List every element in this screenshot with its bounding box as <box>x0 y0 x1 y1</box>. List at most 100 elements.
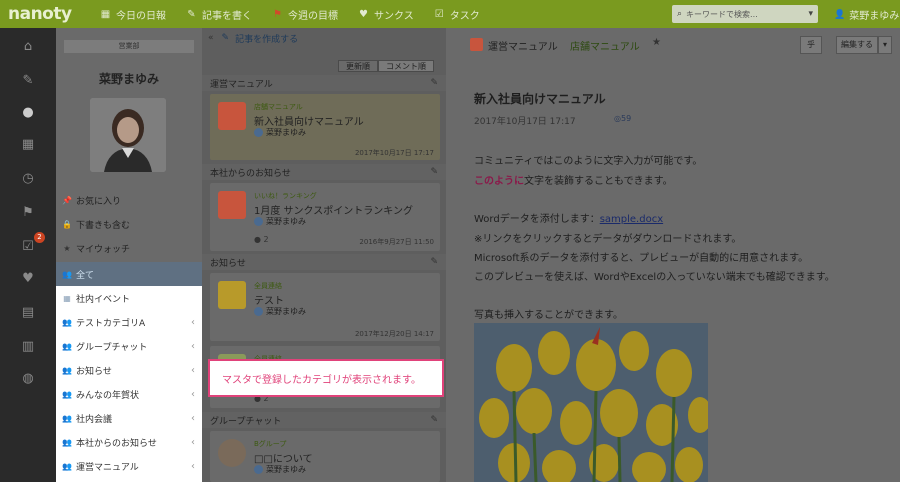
app-logo[interactable]: nanoty <box>0 4 72 24</box>
user-icon <box>254 465 263 474</box>
flag-icon[interactable]: ⚑ <box>0 200 56 224</box>
view-count: ◎59 <box>614 114 632 123</box>
profile-name: 菜野まゆみ <box>98 72 159 86</box>
article-subcategory[interactable]: 店舗マニュアル <box>570 38 640 53</box>
user-menu[interactable]: 👤 菜野まゆみ <box>834 7 899 23</box>
card-title: 新入社員向けマニュアル <box>254 117 364 128</box>
nav-label: タスク <box>449 10 480 22</box>
category-item[interactable]: 👥 グループチャット ‹ <box>56 334 202 358</box>
compose-link[interactable]: 記事を作成する <box>235 32 298 45</box>
nav-label: 記事を書く <box>202 10 252 22</box>
category-item[interactable]: ▦ 社内イベント <box>56 286 202 310</box>
heart-icon[interactable]: ♥ <box>0 266 56 290</box>
dropdown-icon[interactable]: ▾ <box>808 9 813 19</box>
nav-weekly-goal[interactable]: ⚑ 今週の目標 <box>272 7 338 22</box>
group-icon: 👥 <box>62 461 72 471</box>
chevron-left-icon[interactable]: ‹ <box>191 437 195 448</box>
lock-icon: 🔒 <box>62 219 72 229</box>
checklist-icon[interactable]: ☑ 2 <box>0 232 56 258</box>
article-text-line: 写真も挿入することができます。 <box>474 310 623 321</box>
bell-icon <box>218 281 246 309</box>
globe-icon[interactable]: ◍ <box>0 366 56 390</box>
tooltip-callout: マスタで登録したカテゴリが表示されます。 <box>208 359 444 397</box>
category-label: テストカテゴリA <box>76 318 146 329</box>
checklist-icon: ☑ <box>434 8 444 20</box>
pin-button[interactable]: 乎 <box>800 36 822 54</box>
article-category[interactable]: 運営マニュアル <box>488 38 558 53</box>
menu-favorites[interactable]: 📌 お気に入り <box>56 188 202 212</box>
card-title: 1月度 サンクスポイントランキング <box>254 206 413 217</box>
article-text-line: コミュニティではこのように文字入力が可能です。 <box>474 156 703 167</box>
group-icon: 👥 <box>62 437 72 447</box>
category-item[interactable]: 👥 テストカテゴリA ‹ <box>56 310 202 334</box>
comment-count-value: 2 <box>263 235 269 244</box>
category-label: 運営マニュアル <box>76 462 139 473</box>
chart-icon[interactable]: ▥ <box>0 334 56 358</box>
tulip-image <box>474 323 708 482</box>
attachment-link[interactable]: sample.docx <box>600 214 663 225</box>
article-card[interactable]: Bグループ □□について 菜野まゆみ <box>210 431 440 482</box>
chat-icon[interactable]: ● <box>0 100 56 124</box>
edit-icon[interactable]: ✎ <box>0 68 56 92</box>
user-icon <box>254 128 263 137</box>
pencil-icon[interactable]: ✎ <box>430 167 438 177</box>
article-card[interactable]: いいね！ランキング 1月度 サンクスポイントランキング 菜野まゆみ ● 2 20… <box>210 183 440 251</box>
calendar-icon[interactable]: ▦ <box>0 132 56 156</box>
pencil-icon[interactable]: ✎ <box>430 415 438 425</box>
collapse-icon[interactable]: « <box>208 33 214 43</box>
sort-tab-comments[interactable]: コメント順 <box>378 60 434 72</box>
group-icon: 👥 <box>62 413 72 423</box>
search-box[interactable]: ⌕ キーワードで検索... ▾ <box>672 5 818 23</box>
chevron-down-icon[interactable]: ▾ <box>878 36 892 54</box>
menu-include-drafts[interactable]: 🔒 下書きも含む <box>56 212 202 236</box>
user-icon: 👤 <box>834 9 846 20</box>
pencil-icon[interactable]: ✎ <box>430 78 438 88</box>
chevron-left-icon[interactable]: ‹ <box>191 461 195 472</box>
category-item[interactable]: 👥 運営マニュアル ‹ <box>56 454 202 478</box>
card-date: 2017年10月17日 17:17 <box>354 149 434 157</box>
article-text-line: ※リンクをクリックするとデータがダウンロードされます。 <box>474 234 742 245</box>
chevron-left-icon[interactable]: ‹ <box>191 365 195 376</box>
address-book-icon[interactable]: ▤ <box>0 300 56 324</box>
chevron-left-icon[interactable]: ‹ <box>191 413 195 424</box>
category-item[interactable]: 👥 本社からのお知らせ ‹ <box>56 430 202 454</box>
search-input[interactable]: キーワードで検索... <box>686 9 808 20</box>
nav-daily-report[interactable]: ▦ 今日の日報 <box>100 7 166 22</box>
clock-icon[interactable]: ◷ <box>0 166 56 190</box>
menu-all[interactable]: 👥 全て <box>56 262 202 286</box>
section-title: お知らせ <box>210 258 246 269</box>
menu-my-watch[interactable]: ★ マイウォッチ <box>56 236 202 260</box>
home-icon[interactable]: ⌂ <box>0 34 56 58</box>
article-detail: 運営マニュアル 店舗マニュアル ★ 乎 編集する ▾ 新入社員向けマニュアル 2… <box>446 28 900 482</box>
article-title: 新入社員向けマニュアル <box>474 92 606 106</box>
chat-icon: ✎ <box>187 8 196 20</box>
menu-label: 下書きも含む <box>76 220 131 231</box>
nav-thanks[interactable]: ♥ サンクス <box>358 7 414 22</box>
nav-label: 今週の目標 <box>288 10 338 22</box>
edit-button[interactable]: 編集する <box>836 36 878 54</box>
sort-tab-updated[interactable]: 更新順 <box>338 60 378 72</box>
category-item[interactable]: 👥 みんなの年賀状 ‹ <box>56 382 202 406</box>
category-item[interactable]: 👥 社内会議 ‹ <box>56 406 202 430</box>
nav-write-article[interactable]: ✎ 記事を書く <box>186 7 252 22</box>
chevron-left-icon[interactable]: ‹ <box>191 341 195 352</box>
star-icon[interactable]: ★ <box>652 37 661 48</box>
chevron-left-icon[interactable]: ‹ <box>191 389 195 400</box>
avatar[interactable] <box>90 98 166 172</box>
pencil-icon[interactable]: ✎ <box>430 257 438 267</box>
tulip-photo[interactable] <box>474 323 708 482</box>
article-card[interactable]: 店舗マニュアル 新入社員向けマニュアル 菜野まゆみ 2017年10月17日 17… <box>210 94 440 160</box>
article-text-line: Microsoft系のデータを添付すると、プレビューが自動的に用意されます。 <box>474 253 809 264</box>
card-date: 2016年9月27日 11:50 <box>359 238 434 246</box>
category-label: 社内会議 <box>76 414 113 425</box>
decorated-text: このように <box>474 176 524 187</box>
chevron-left-icon[interactable]: ‹ <box>191 317 195 328</box>
section-header: 本社からのお知らせ ✎ <box>202 164 446 180</box>
text-span: Wordデータを添付します： <box>474 214 600 225</box>
article-card[interactable]: 全員連絡 テスト 菜野まゆみ 2017年12月20日 14:17 <box>210 273 440 341</box>
category-item[interactable]: 👥 お知らせ ‹ <box>56 358 202 382</box>
nav-task[interactable]: ☑ タスク <box>434 7 480 22</box>
card-author: 菜野まゆみ <box>254 127 306 138</box>
top-nav: ▦ 今日の日報 ✎ 記事を書く ⚑ 今週の目標 ♥ サンクス ☑ タスク <box>100 7 500 22</box>
avatar-photo <box>90 98 166 172</box>
